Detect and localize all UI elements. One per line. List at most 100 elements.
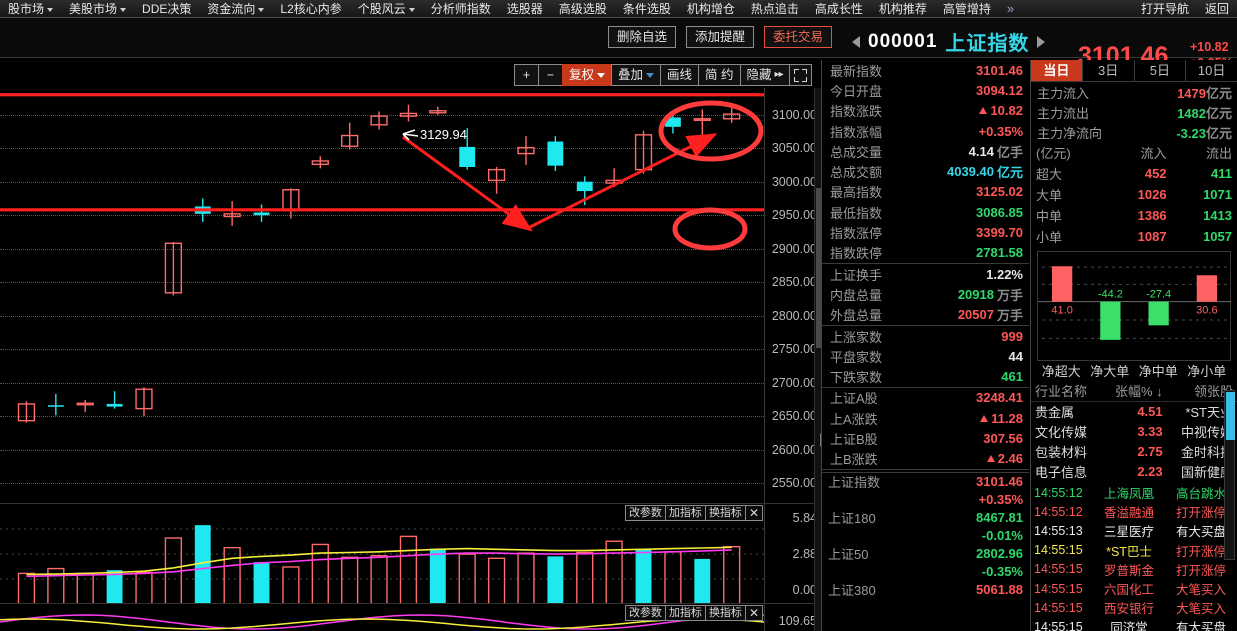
menu-item-L2核心内参[interactable]: L2核心内参 [272,0,349,18]
quote-value: 3086.85 [976,204,1023,220]
ticker-stock-name: 同济堂 [1110,621,1148,631]
chevron-down-icon [408,7,415,12]
arrow-up-icon [986,455,995,463]
table-row[interactable]: 文化传媒 3.33 中视传媒 [1031,421,1237,441]
adjust-price-dropdown[interactable]: 复权 [562,64,612,86]
zoom-in-button[interactable]: + [514,64,538,86]
ticker-row[interactable]: 14:55:15 西安银行 大笔买入 [1031,598,1237,617]
price-axis-tick: 2550.00 [771,475,817,490]
hide-panel-button[interactable]: 隐藏 ▸▸ [739,64,789,86]
index-row-上证指数[interactable]: 上证指数 3101.46 [822,473,1029,491]
menu-item-DDE决策[interactable]: DDE决策 [134,0,199,18]
price-axis-tick: 2750.00 [771,342,817,356]
menu-item-资金流向[interactable]: 资金流向 [199,0,272,18]
prev-symbol-icon[interactable] [852,35,860,48]
close-pane-icon[interactable]: ✕ [744,505,763,521]
back-button[interactable]: 返回 [1197,0,1237,17]
svg-text:-44.2: -44.2 [1098,289,1123,301]
ticker-row[interactable]: 14:55:15 同济堂 有大买盘 [1031,617,1237,631]
quote-label: 上证换手 [830,267,883,283]
period-tab-10日[interactable]: 10日 [1186,60,1237,81]
menu-overflow-chevron-icon[interactable]: » [999,1,1022,16]
switch-indicator-button[interactable]: 换指标 [704,505,745,521]
next-symbol-icon[interactable] [1037,35,1046,48]
simple-view-button[interactable]: 简 约 [698,64,740,86]
ticker-row[interactable]: 14:55:12 香溢融通 打开涨停 [1031,502,1237,521]
ticker-row[interactable]: 14:55:15 六国化工 大笔买入 [1031,579,1237,598]
net-flow-categories: 净超大 净大单 净中单 净小单 [1037,361,1231,379]
table-header-row: (亿元) 流入 流出 [1031,142,1237,163]
price-axis-tick: 2700.00 [771,375,817,390]
menu-item-分析师指数[interactable]: 分析师指数 [423,0,499,18]
index-row-上证380[interactable]: 上证380 5061.88 [822,581,1029,599]
ticker-row[interactable]: 14:55:15 *ST巴士 打开涨停 [1031,541,1237,560]
quote-row-平盘家数: 平盘家数 44 [822,346,1029,366]
ticker-stock-name: *ST巴士 [1106,544,1152,559]
menu-item-label: 机构推荐 [878,1,927,16]
menu-item-个股风云[interactable]: 个股风云 [350,0,423,18]
quote-label: 上涨家数 [830,329,883,345]
quote-row-指数涨停: 指数涨停 3399.70 [822,222,1029,242]
menu-item-机构推荐[interactable]: 机构推荐 [871,0,935,18]
close-pane-icon[interactable]: ✕ [744,605,763,621]
zoom-out-button[interactable]: − [538,64,562,86]
ticker-scrollbar[interactable] [1224,390,1235,560]
menu-item-美股市场[interactable]: 美股市场 [61,0,134,18]
ticker-row[interactable]: 14:55:12 上海凤凰 高台跳水 [1031,483,1237,502]
change-params-button[interactable]: 改参数 [624,505,665,521]
industry-change-pct: 4.51 [1137,403,1163,419]
entrust-trade-button[interactable]: 委托交易 [764,26,833,48]
menu-item-高管增持[interactable]: 高管增持 [935,0,999,18]
volume-pane[interactable]: 改参数 加指标 换指标 ✕ 5.84 2.88 0.00 [0,503,820,603]
ticker-row[interactable]: 14:55:13 三星医疗 有大买盘 [1031,521,1237,540]
column-header-change[interactable]: 张幅% ↓ [1101,381,1167,402]
delete-favorite-button[interactable]: 删除自选 [608,26,677,48]
index-row-上证50[interactable]: 上证50 2802.96 [822,545,1029,563]
symbol-navigator: 000001 上证指数 [852,27,1046,56]
open-navigation-button[interactable]: 打开导航 [1133,0,1197,17]
menu-item-热点追击[interactable]: 热点追击 [743,0,807,18]
index-row-上证180[interactable]: 上证180 8467.81 [822,509,1029,527]
fullscreen-button[interactable] [788,64,812,86]
index-pct-row: +0.35% [822,491,1029,509]
add-indicator-button[interactable]: 加指标 [664,505,705,521]
ticker-stock-name: 六国化工 [1103,583,1154,598]
table-row[interactable]: 电子信息 2.23 国新健康 [1031,461,1237,481]
menu-item-高级选股[interactable]: 高级选股 [551,0,615,18]
scrollbar-thumb[interactable] [1226,392,1235,440]
period-tab-当日[interactable]: 当日 [1031,60,1083,81]
value-unit: 亿元 [996,165,1023,181]
add-indicator-button[interactable]: 加指标 [664,605,705,621]
menu-item-高成长性[interactable]: 高成长性 [807,0,871,18]
menu-item-股市场[interactable]: 股市场 [0,0,61,18]
period-tab-3日[interactable]: 3日 [1083,60,1135,81]
value-unit: 亿元 [1205,105,1232,121]
draw-line-button[interactable]: 画线 [660,64,699,86]
quote-row-指数涨跌: 指数涨跌 10.82 [822,101,1029,121]
overlay-dropdown[interactable]: 叠加 [611,64,661,86]
price-axis-tick: 2850.00 [771,275,817,290]
trading-app-window: 股市场 美股市场 DDE决策 资金流向 L2核心内参 个股风云 分析师指数 选股器 高级选股 条件… [0,0,1237,631]
chart-vertical-scrollbar[interactable] [814,88,821,631]
price-axis-tick: 2900.00 [771,241,817,256]
menu-item-条件选股[interactable]: 条件选股 [615,0,679,18]
indicator-pane[interactable]: 改参数 加指标 换指标 ✕ 109.65 [0,603,820,631]
menu-item-选股器[interactable]: 选股器 [499,0,551,18]
quote-value: 3101.46 [976,62,1023,78]
quote-row-上涨家数: 上涨家数 999 [822,326,1029,346]
price-pane[interactable]: 3129.94 3100.00 3050.00 3000.00 2950.00 2900… [0,88,820,503]
period-tab-5日[interactable]: 5日 [1135,60,1187,81]
ticker-event: 有大买盘 [1175,621,1226,631]
table-row[interactable]: 包装材料 2.75 金时科技 [1031,441,1237,461]
index-value: 5061.88 [976,582,1023,598]
industry-change-pct: 2.75 [1137,443,1163,459]
switch-indicator-button[interactable]: 换指标 [704,605,745,621]
market-event-ticker[interactable]: 14:55:12 上海凤凰 高台跳水 14:55:12 香溢融通 打开涨停 14:55:13… [1031,483,1237,631]
ticker-row[interactable]: 14:55:15 罗普斯金 打开涨停 [1031,560,1237,579]
table-row[interactable]: 贵金属 4.51 *ST天业 [1031,401,1237,421]
symbol-name: 上证指数 [945,33,1030,55]
add-alert-button[interactable]: 添加提醒 [686,26,755,48]
chart-area[interactable]: 3129.94 3100.00 3050.00 3000.00 2950.00 2900… [0,88,820,631]
menu-item-机构增仓[interactable]: 机构增仓 [679,0,743,18]
change-params-button[interactable]: 改参数 [624,605,665,621]
